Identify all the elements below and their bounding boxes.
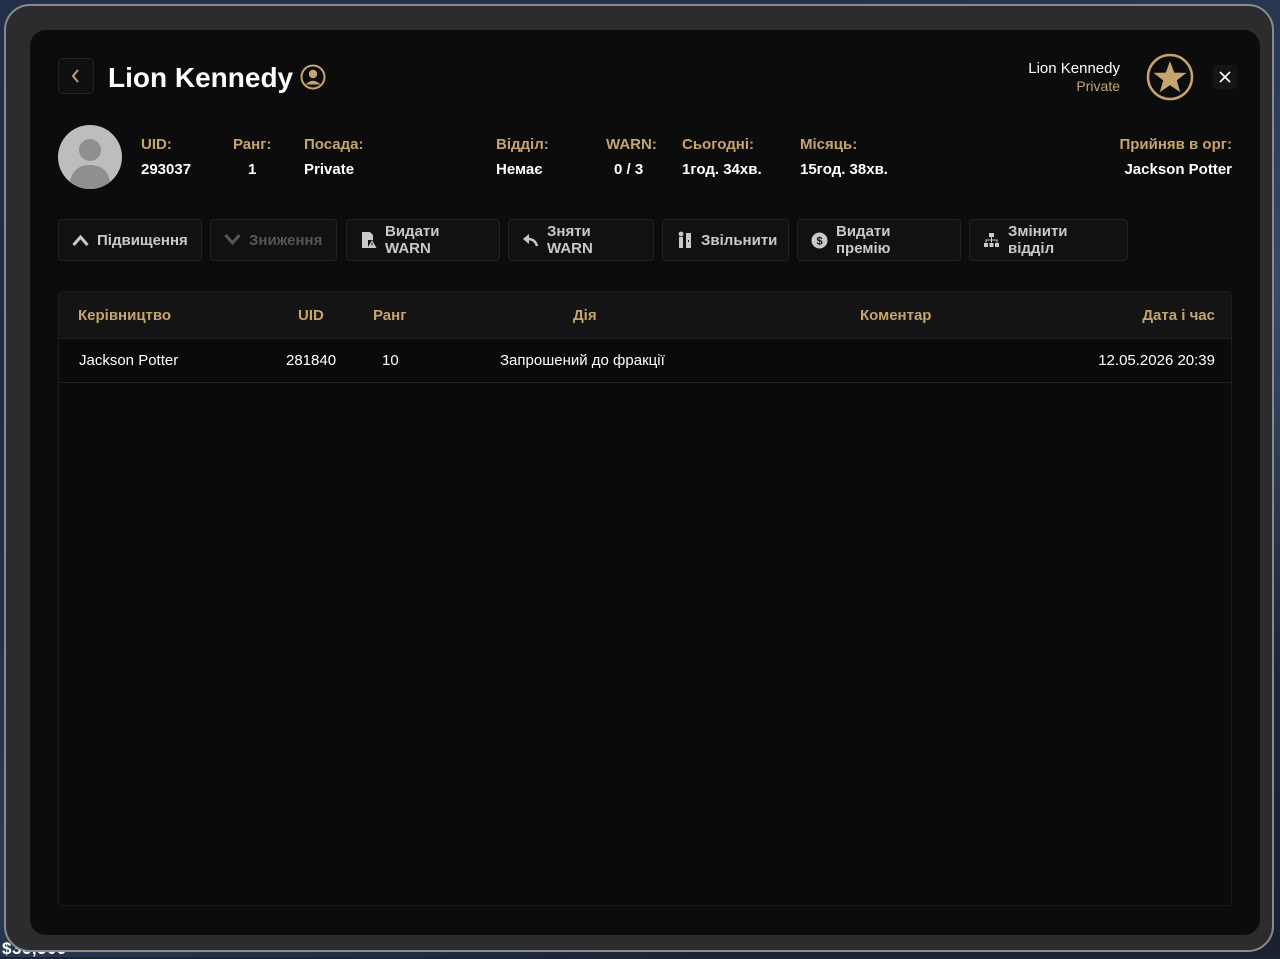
info-value: 15год. 38хв.: [800, 161, 888, 178]
cell-action: Запрошений до фракції: [500, 352, 665, 369]
info-value: 293037: [141, 161, 192, 178]
cell-datetime: 12.05.2026 20:39: [1098, 352, 1215, 369]
give-bonus-label: Видати премію: [836, 223, 891, 257]
remove-warn-button[interactable]: Зняти WARN: [508, 219, 654, 261]
info-today: Сьогодні: 1год. 34хв.: [682, 136, 762, 178]
dismiss-button[interactable]: Звільнити: [662, 219, 789, 261]
column-header-leader: Керівництво: [78, 307, 172, 324]
warn-doc-icon: [362, 232, 377, 248]
column-header-comment: Коментар: [860, 307, 932, 324]
info-label: Ранг:: [233, 136, 272, 153]
undo-icon: [523, 234, 539, 247]
tablet-frame: Lion Kennedy Lion Kennedy Private UID: 2…: [4, 4, 1274, 952]
promote-button[interactable]: Підвищення: [58, 219, 202, 261]
chevron-down-icon: [224, 234, 241, 246]
tablet-screen: Lion Kennedy Lion Kennedy Private UID: 2…: [30, 30, 1260, 935]
header-user-rank: Private: [1076, 78, 1120, 94]
org-chart-icon: [984, 233, 999, 247]
info-value: Jackson Potter: [1124, 161, 1232, 178]
info-label: UID:: [141, 136, 172, 153]
demote-label: Зниження: [249, 231, 323, 249]
user-silhouette-icon: [69, 139, 111, 189]
info-value: 0 / 3: [614, 161, 644, 178]
info-warn: WARN: 0 / 3: [606, 136, 657, 178]
chevron-up-icon: [72, 234, 89, 246]
give-bonus-button[interactable]: $ Видати премію: [797, 219, 961, 261]
table-row[interactable]: Jackson Potter 281840 10 Запрошений до ф…: [59, 338, 1231, 383]
dismiss-label: Звільнити: [701, 231, 778, 249]
header-user-name: Lion Kennedy: [1028, 60, 1120, 77]
give-warn-label: Видати WARN: [385, 223, 440, 257]
info-accepted-by: Прийняв в орг: Jackson Potter: [1119, 136, 1232, 178]
back-button[interactable]: [58, 58, 94, 94]
cell-leader: Jackson Potter: [79, 352, 179, 369]
change-department-button[interactable]: Змінити відділ: [969, 219, 1128, 261]
column-header-action: Дія: [573, 307, 597, 324]
info-month: Місяць: 15год. 38хв.: [800, 136, 888, 178]
close-button[interactable]: [1213, 65, 1237, 89]
info-label: Посада:: [304, 136, 364, 153]
info-rank: Ранг: 1: [233, 136, 271, 178]
coin-icon: $: [811, 232, 828, 248]
close-icon: [1219, 71, 1231, 83]
star-badge-icon: [1146, 53, 1194, 101]
info-label: Місяць:: [800, 136, 858, 153]
dismiss-icon: [678, 231, 691, 248]
user-circle-icon: [300, 64, 326, 90]
info-value: 1год. 34хв.: [682, 161, 762, 178]
info-department: Відділ: Немає: [496, 136, 549, 178]
info-label: Відділ:: [496, 136, 549, 153]
promote-label: Підвищення: [97, 231, 188, 249]
info-uid: UID: 293037: [141, 136, 191, 178]
cell-uid: 281840: [286, 352, 337, 369]
info-label: Сьогодні:: [682, 136, 754, 153]
chevron-left-icon: [71, 69, 79, 83]
table-header: Керівництво UID Ранг Дія Коментар Дата і…: [59, 292, 1231, 339]
change-department-label: Змінити відділ: [1008, 223, 1068, 257]
cell-rank: 10: [382, 352, 399, 369]
info-label: WARN:: [606, 136, 657, 153]
page-title: Lion Kennedy: [108, 62, 294, 93]
svg-text:$: $: [816, 235, 822, 247]
info-position: Посада: Private: [304, 136, 363, 178]
avatar: [58, 125, 122, 189]
info-value: Private: [304, 161, 355, 178]
header-user-info: Lion Kennedy Private: [1028, 60, 1120, 94]
column-header-uid: UID: [298, 307, 324, 324]
info-label: Прийняв в орг:: [1119, 136, 1232, 153]
info-value: Немає: [496, 161, 543, 178]
column-header-rank: Ранг: [373, 307, 407, 324]
history-table: Керівництво UID Ранг Дія Коментар Дата і…: [58, 291, 1232, 906]
info-value: 1: [248, 161, 257, 178]
remove-warn-label: Зняти WARN: [547, 223, 593, 257]
give-warn-button[interactable]: Видати WARN: [346, 219, 500, 261]
demote-button[interactable]: Зниження: [210, 219, 337, 261]
column-header-datetime: Дата і час: [1142, 307, 1215, 324]
